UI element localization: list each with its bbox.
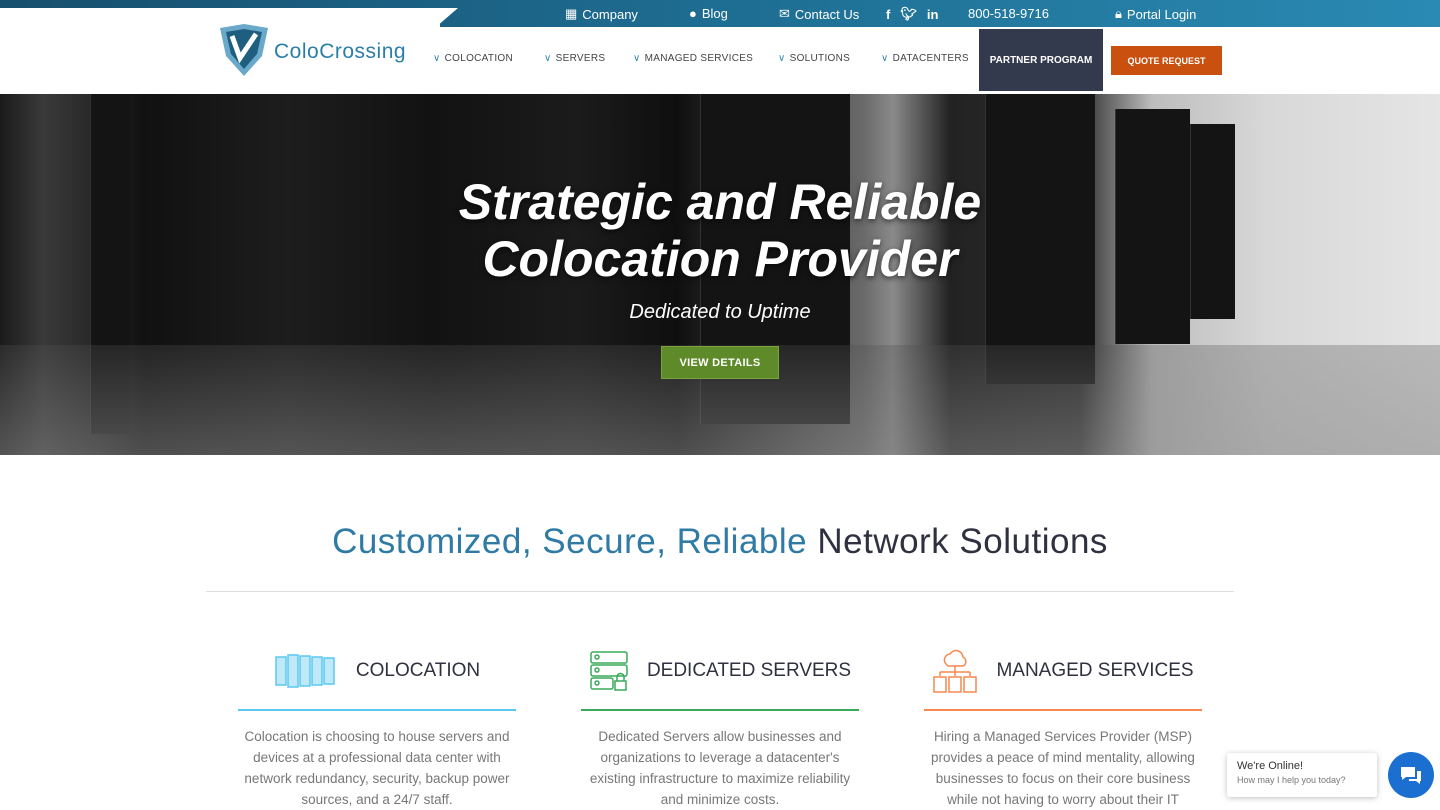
cloud-network-icon — [933, 649, 978, 693]
chevron-down-icon: ∨ — [433, 53, 441, 64]
contact-link[interactable]: ✉ Contact Us — [779, 6, 859, 22]
nav-managed-services[interactable]: ∨ MANAGED SERVICES — [633, 53, 753, 64]
chat-bubble-icon — [1401, 767, 1421, 784]
server-lock-icon — [590, 651, 628, 691]
nav-colocation[interactable]: ∨ COLOCATION — [433, 53, 513, 64]
logo[interactable]: ColoCrossing — [218, 22, 406, 78]
lock-icon: 🔒︎ — [1115, 6, 1122, 21]
quote-request-button[interactable]: QUOTE REQUEST — [1111, 46, 1222, 75]
blogger-icon: ● — [689, 6, 697, 21]
partner-program-button[interactable]: PARTNER PROGRAM — [979, 29, 1103, 91]
service-colocation[interactable]: COLOCATION Colocation is choosing to hou… — [238, 640, 516, 810]
hero-subtitle: Dedicated to Uptime — [629, 301, 811, 323]
section-title: Customized, Secure, Reliable Network Sol… — [332, 522, 1108, 561]
chat-button[interactable] — [1388, 752, 1434, 798]
chat-popup[interactable]: We're Online! How may I help you today? — [1227, 753, 1377, 797]
chevron-down-icon: ∨ — [633, 53, 641, 64]
hero-banner: Strategic and Reliable Colocation Provide… — [0, 94, 1440, 455]
twitter-icon[interactable]: 🐦︎ — [900, 6, 917, 22]
social-links: f 🐦︎ in — [886, 6, 938, 22]
nav-servers[interactable]: ∨ SERVERS — [544, 53, 605, 64]
chevron-down-icon: ∨ — [544, 53, 552, 64]
service-dedicated-servers[interactable]: DEDICATED SERVERS Dedicated Servers allo… — [581, 640, 859, 810]
view-details-button[interactable]: VIEW DETAILS — [661, 346, 779, 379]
nav-solutions[interactable]: ∨ SOLUTIONS — [778, 53, 850, 64]
chevron-down-icon: ∨ — [778, 53, 786, 64]
nav-datacenters[interactable]: ∨ DATACENTERS — [881, 53, 969, 64]
divider — [206, 591, 1234, 592]
rack-icon — [275, 654, 335, 688]
building-icon: ▦ — [565, 6, 578, 21]
facebook-icon[interactable]: f — [886, 7, 890, 22]
chevron-down-icon: ∨ — [881, 53, 889, 64]
portal-login-link[interactable]: 🔒︎ Portal Login — [1115, 6, 1196, 22]
envelope-icon: ✉ — [779, 6, 790, 21]
linkedin-icon[interactable]: in — [927, 7, 939, 22]
hero-title: Strategic and Reliable Colocation Provide… — [458, 174, 982, 287]
service-managed-services[interactable]: MANAGED SERVICES Hiring a Managed Servic… — [924, 640, 1202, 810]
company-link[interactable]: ▦ Company — [565, 6, 638, 22]
shield-logo-icon — [220, 24, 268, 76]
phone-number[interactable]: 800-518-9716 — [968, 6, 1049, 21]
top-bar: ▦ Company ● Blog ✉ Contact Us f 🐦︎ in 800-518… — [0, 0, 1440, 27]
blog-link[interactable]: ● Blog — [689, 6, 728, 21]
